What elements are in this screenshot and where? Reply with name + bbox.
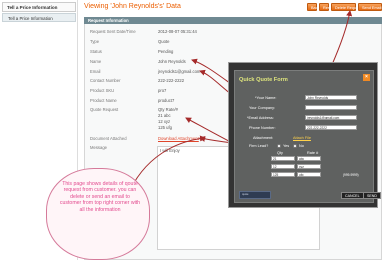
rate-field: abc [297, 156, 321, 161]
email-address-field: jreynolds1@gmail.com [305, 115, 357, 120]
firm-lead-no-radio [293, 144, 297, 148]
form-cancel-button: CANCEL [341, 192, 364, 199]
attachment-label: Attachment: [253, 136, 274, 140]
quote-form-screenshot: Quick Quote Form × *Your Name: John Reyn… [228, 62, 381, 208]
form-send-button: SEND [363, 192, 381, 199]
phone-number-label: Phone Number: [249, 126, 276, 130]
rate-header: Rate # [307, 151, 319, 155]
extra-value-text: (999-9999) [343, 173, 359, 177]
rate-field: ufg [297, 172, 321, 177]
rate-field: xyz [297, 164, 321, 169]
your-name-label: *Your Name: [255, 96, 277, 100]
callout-text: This page shows details of qoute request… [59, 181, 141, 213]
qty-field: 12 [271, 164, 295, 169]
firm-lead-yes-label: Yes [283, 144, 290, 148]
callout-bubble: This page shows details of qoute request… [46, 168, 150, 260]
close-icon: × [363, 74, 370, 81]
your-company-label: Your Company: [249, 106, 276, 110]
attach-file-link: Attach File [293, 136, 311, 140]
qty-header: Qty [277, 151, 283, 155]
firm-lead-yes-radio [277, 144, 281, 148]
firm-lead-label: Firm Lead? [249, 144, 269, 148]
phone-number-field: 222-222-2222 [305, 125, 357, 130]
email-address-label: *Email Address: [247, 116, 274, 120]
your-name-field: John Reynolds [305, 95, 357, 100]
company-logo: quote [239, 191, 271, 199]
quote-form-title: Quick Quote Form [239, 77, 288, 83]
qty-field: 21 [271, 156, 295, 161]
arrow-callout [129, 135, 206, 191]
firm-lead-no-label: No [299, 144, 304, 148]
quote-form-panel: Quick Quote Form × *Your Name: John Reyn… [234, 70, 381, 203]
your-company-field [305, 105, 357, 110]
qty-field: 125 [271, 172, 295, 177]
